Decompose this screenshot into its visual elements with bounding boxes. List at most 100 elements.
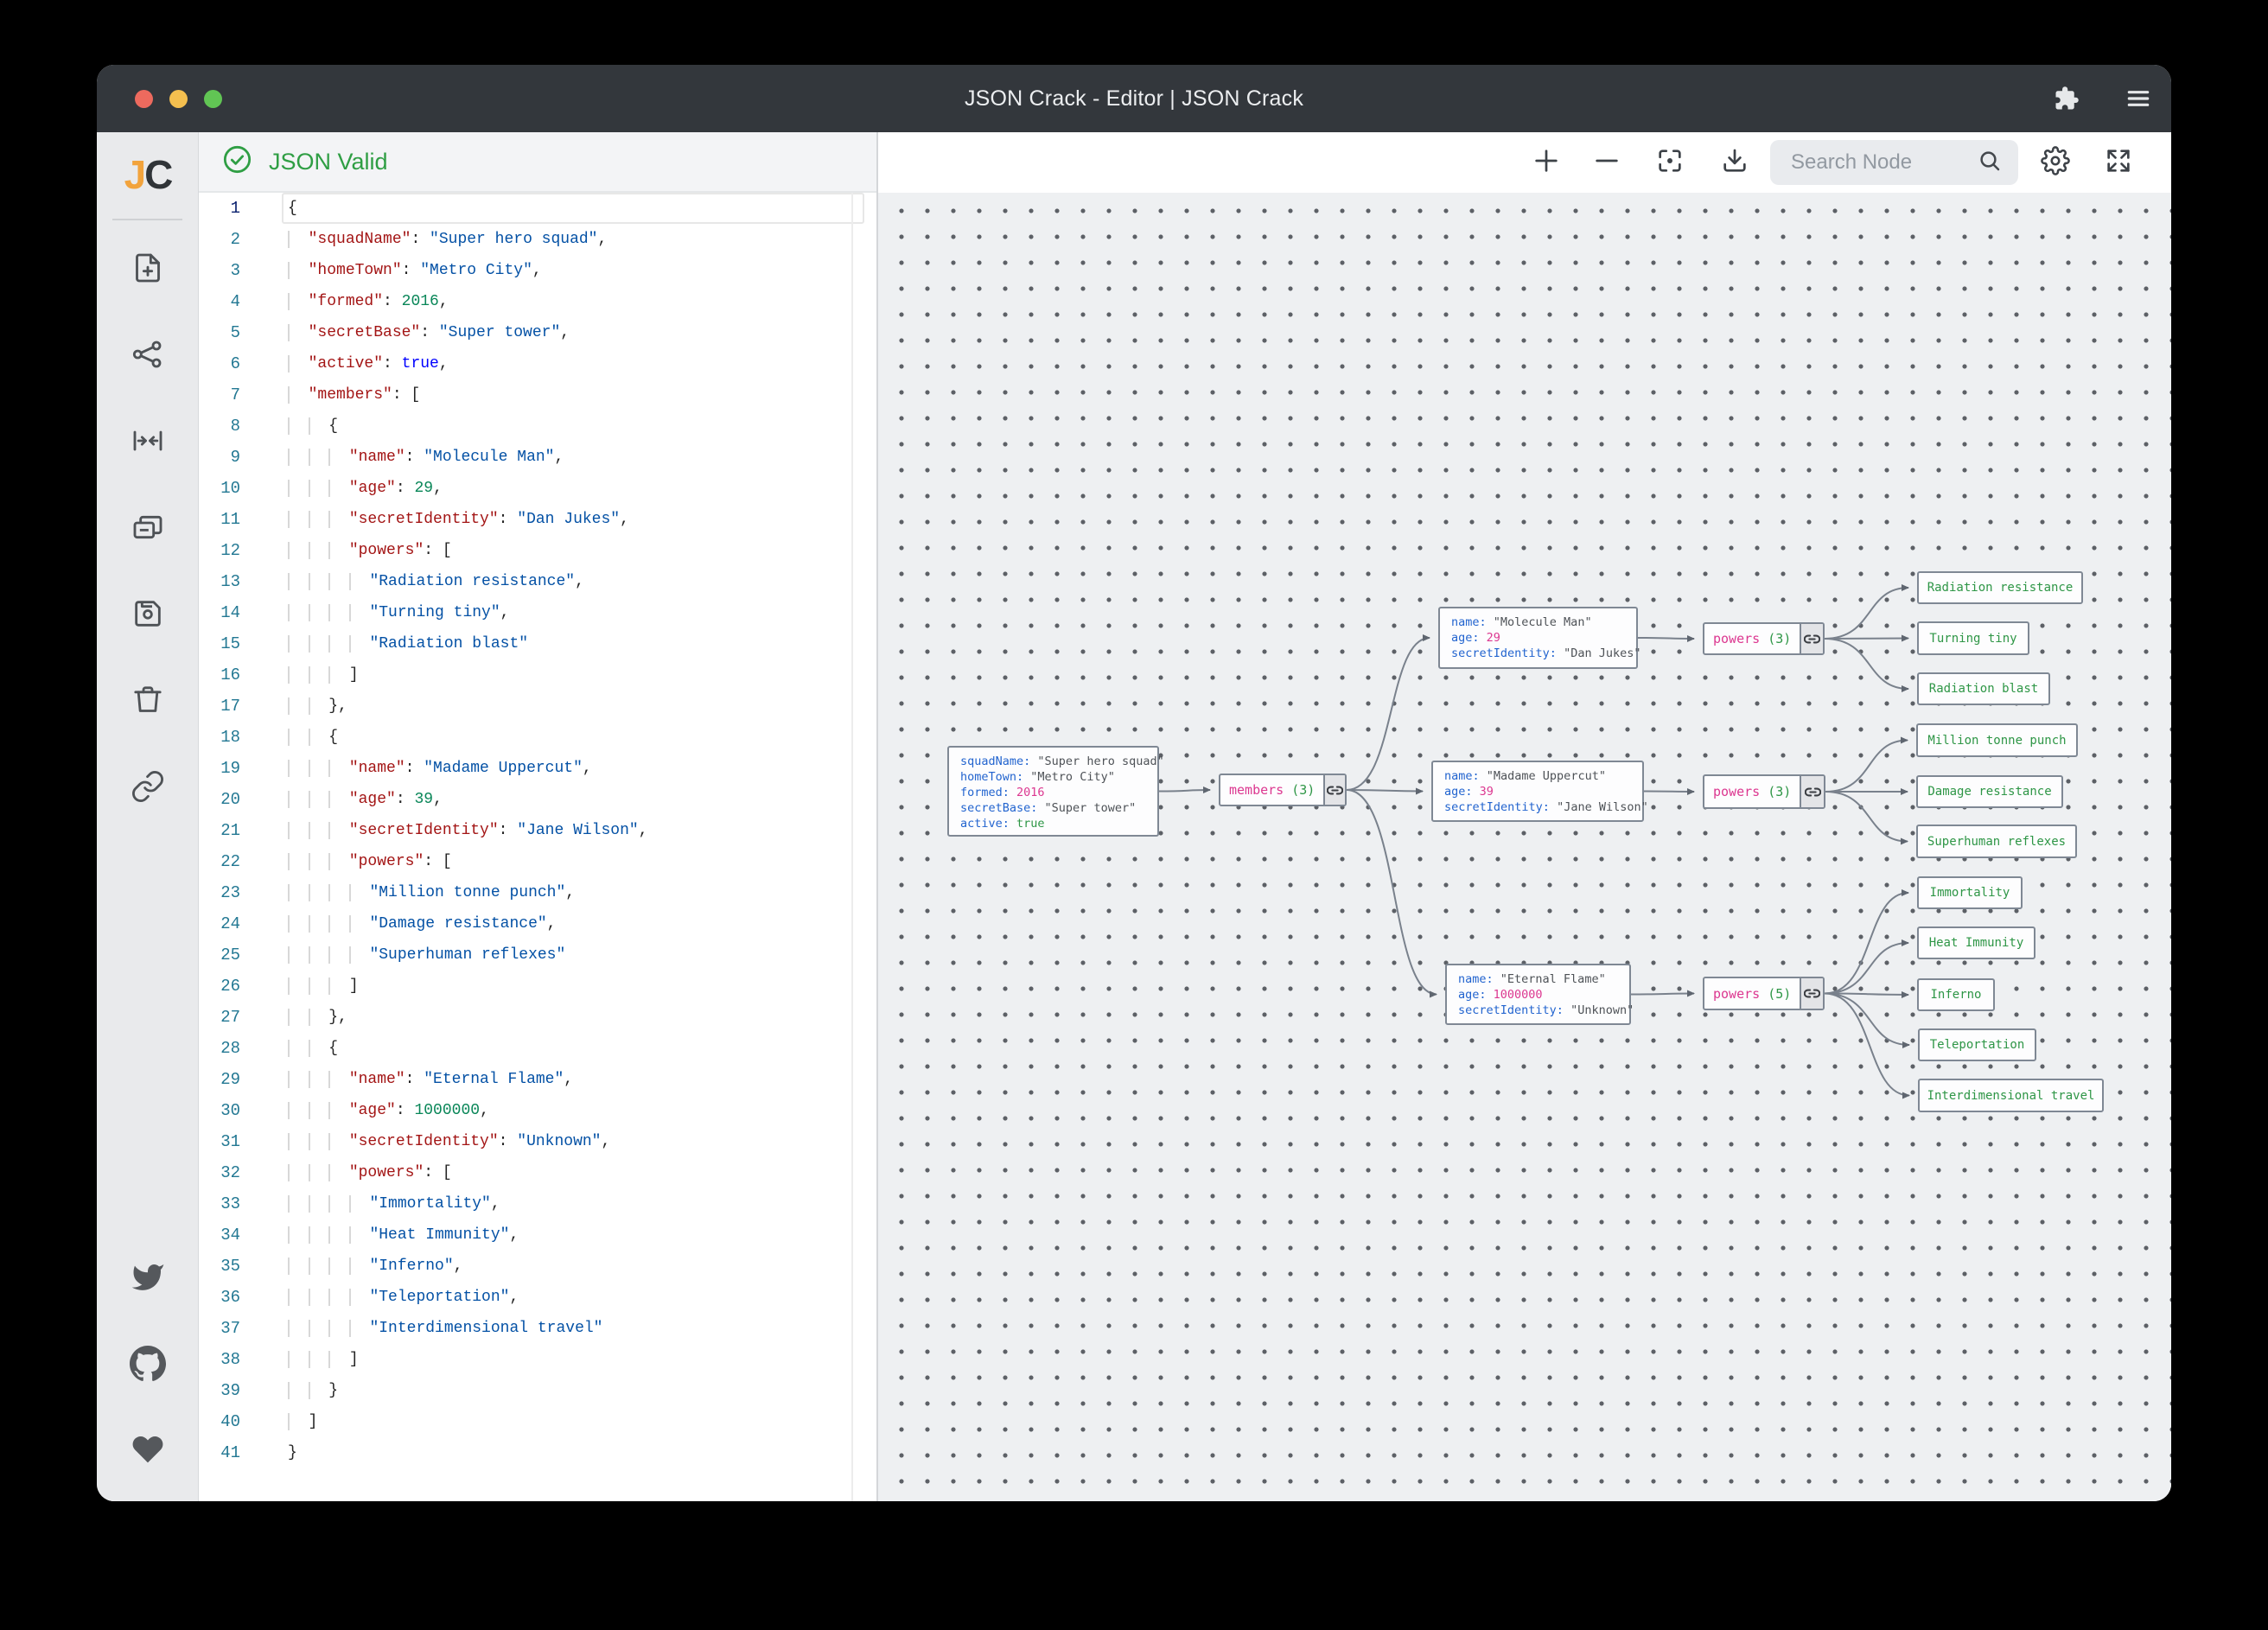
line-number: 11 (199, 504, 240, 535)
zoom-in-button[interactable] (1525, 141, 1568, 184)
expand-link-icon[interactable] (1323, 775, 1345, 805)
line-number: 26 (199, 971, 240, 1002)
github-button[interactable] (124, 1340, 172, 1388)
editor-line-35: 35 "Inferno", (199, 1251, 876, 1282)
editor-line-40: 40 ] (199, 1406, 876, 1437)
delete-button[interactable] (124, 676, 172, 724)
graph-node-powers-powers2[interactable]: powers(3) (1703, 774, 1825, 809)
close-window-button[interactable] (135, 90, 153, 108)
fullscreen-button[interactable] (2097, 141, 2140, 184)
editor-line-4: 4 "formed": 2016, (199, 286, 876, 317)
line-number: 21 (199, 815, 240, 846)
line-number: 30 (199, 1095, 240, 1126)
editor-line-30: 30 "age": 1000000, (199, 1095, 876, 1126)
line-number: 38 (199, 1344, 240, 1375)
zoom-window-button[interactable] (204, 90, 222, 108)
editor-line-2: 2 "squadName": "Super hero squad", (199, 224, 876, 255)
search-node-box[interactable] (1770, 140, 2018, 185)
minimize-window-button[interactable] (169, 90, 188, 108)
download-icon (1720, 146, 1749, 180)
twitter-icon (131, 1260, 165, 1295)
save-button[interactable] (124, 589, 172, 638)
share-link-button[interactable] (124, 762, 172, 811)
search-node-input[interactable] (1789, 150, 1977, 175)
line-number: 8 (199, 411, 240, 442)
line-number: 15 (199, 628, 240, 659)
graph-node-leaf[interactable]: Radiation blast (1917, 672, 2050, 705)
editor-line-15: 15 "Radiation blast" (199, 628, 876, 659)
expand-link-icon[interactable] (1800, 776, 1824, 807)
editor-line-22: 22 "powers": [ (199, 846, 876, 877)
editor-line-13: 13 "Radiation resistance", (199, 566, 876, 597)
graph-node-leaf[interactable]: Damage resistance (1916, 775, 2063, 808)
gear-icon (2041, 146, 2070, 180)
graph-node-leaf[interactable]: Inferno (1917, 978, 1995, 1011)
graph-node-leaf[interactable]: Turning tiny (1917, 621, 2029, 655)
editor-line-25: 25 "Superhuman reflexes" (199, 939, 876, 971)
menu-hamburger-icon[interactable] (2125, 85, 2152, 112)
graph-node-leaf[interactable]: Immortality (1917, 876, 2023, 909)
graph-node-members-members[interactable]: members(3) (1219, 774, 1347, 806)
graph-node-leaf[interactable]: Million tonne punch (1916, 723, 2078, 757)
line-number: 10 (199, 473, 240, 504)
extension-puzzle-icon[interactable] (2054, 86, 2080, 111)
json-code-editor[interactable]: 1{2 "squadName": "Super hero squad",3 "h… (199, 193, 876, 1501)
line-number: 20 (199, 784, 240, 815)
center-view-button[interactable] (1648, 141, 1691, 184)
compress-button[interactable] (124, 417, 172, 465)
line-number: 22 (199, 846, 240, 877)
editor-line-36: 36 "Teleportation", (199, 1282, 876, 1313)
twitter-button[interactable] (124, 1253, 172, 1302)
editor-scrollbar[interactable] (851, 193, 853, 1501)
save-floppy-icon (131, 596, 165, 631)
graph-panel: squadName: "Super hero squad"homeTown: "… (876, 132, 2171, 1501)
editor-line-12: 12 "powers": [ (199, 535, 876, 566)
settings-button[interactable] (2034, 141, 2077, 184)
editor-line-9: 9 "name": "Molecule Man", (199, 442, 876, 473)
graph-node-leaf[interactable]: Superhuman reflexes (1916, 825, 2077, 858)
validation-status-text: JSON Valid (269, 149, 388, 175)
editor-panel: JSON Valid 1{2 "squadName": "Super hero … (199, 132, 876, 1501)
editor-line-19: 19 "name": "Madame Uppercut", (199, 753, 876, 784)
editor-line-33: 33 "Immortality", (199, 1188, 876, 1219)
graph-node-hero1[interactable]: name: "Molecule Man"age: 29secretIdentit… (1438, 607, 1638, 669)
graph-node-powers-powers1[interactable]: powers(3) (1703, 622, 1825, 655)
graph-node-leaf[interactable]: Interdimensional travel (1918, 1079, 2104, 1112)
copy-icon (131, 510, 165, 544)
minus-icon (1592, 146, 1621, 180)
line-number: 35 (199, 1251, 240, 1282)
download-image-button[interactable] (1713, 141, 1756, 184)
sponsor-button[interactable] (124, 1425, 172, 1474)
graph-toolbar (878, 132, 2171, 193)
link-icon (131, 769, 165, 804)
editor-line-7: 7 "members": [ (199, 379, 876, 411)
editor-line-23: 23 "Million tonne punch", (199, 877, 876, 908)
editor-line-11: 11 "secretIdentity": "Dan Jukes", (199, 504, 876, 535)
line-number: 3 (199, 255, 240, 286)
editor-line-10: 10 "age": 29, (199, 473, 876, 504)
editor-line-1: 1{ (199, 193, 876, 224)
copy-button[interactable] (124, 503, 172, 551)
plus-icon (1532, 146, 1561, 180)
share-graph-button[interactable] (124, 330, 172, 379)
editor-line-28: 28 { (199, 1033, 876, 1064)
expand-link-icon[interactable] (1800, 624, 1823, 653)
graph-node-leaf[interactable]: Radiation resistance (1917, 571, 2083, 604)
graph-node-powers-powers3[interactable]: powers(5) (1703, 977, 1825, 1010)
editor-line-41: 41} (199, 1437, 876, 1468)
valid-check-icon (221, 143, 253, 180)
graph-node-leaf[interactable]: Heat Immunity (1917, 926, 2035, 959)
graph-node-root[interactable]: squadName: "Super hero squad"homeTown: "… (947, 746, 1159, 837)
expand-link-icon[interactable] (1800, 978, 1823, 1009)
graph-node-leaf[interactable]: Teleportation (1918, 1028, 2036, 1061)
line-number: 34 (199, 1219, 240, 1251)
new-document-button[interactable] (124, 244, 172, 292)
compress-arrows-icon (131, 423, 165, 458)
graph-node-hero3[interactable]: name: "Eternal Flame"age: 1000000secretI… (1445, 964, 1631, 1025)
zoom-out-button[interactable] (1585, 141, 1628, 184)
editor-line-6: 6 "active": true, (199, 348, 876, 379)
editor-line-24: 24 "Damage resistance", (199, 908, 876, 939)
graph-node-hero2[interactable]: name: "Madame Uppercut"age: 39secretIden… (1431, 761, 1644, 822)
jsoncrack-logo[interactable]: JC (97, 151, 199, 198)
line-number: 27 (199, 1002, 240, 1033)
